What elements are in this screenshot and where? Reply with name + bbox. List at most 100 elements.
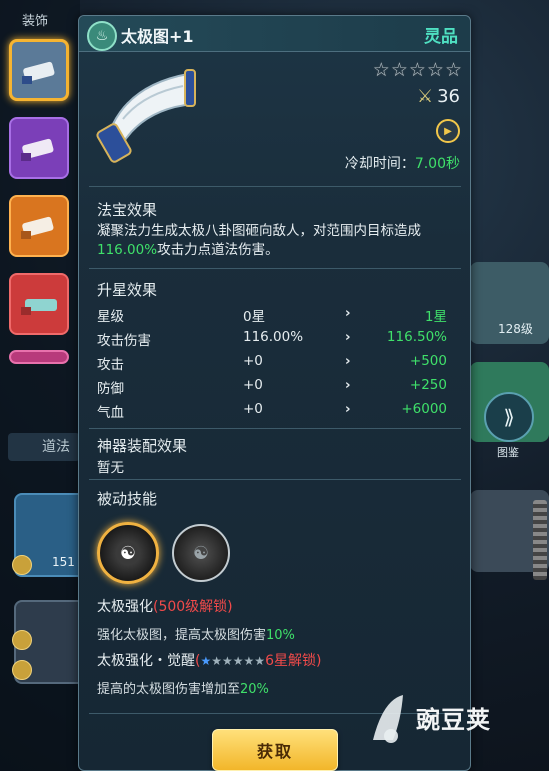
coin-icon <box>12 660 32 680</box>
chevron-right-icon: › <box>345 305 351 321</box>
upgrade-row: 气血 +0 › +6000 <box>97 401 447 423</box>
skill-2-name: 太极强化・觉醒(★★★★★★6星解锁) <box>97 650 321 670</box>
divider <box>89 186 461 187</box>
tab-dao-fa-label: 道法 <box>42 439 70 455</box>
tujian-icon: ⟫ <box>484 392 534 442</box>
chevron-right-icon: › <box>345 353 351 369</box>
stat-name: 防御 <box>97 381 124 397</box>
artifact-section-title: 神器装配效果 <box>97 437 188 455</box>
gear-edge-icon <box>533 500 547 580</box>
scroll-artifact-icon <box>96 69 196 163</box>
stat-next: +250 <box>409 377 447 393</box>
background-card-count: 151 <box>52 555 75 569</box>
passive-skill-1-icon[interactable]: ☯ <box>97 522 159 584</box>
cooldown-label: 冷却时间： <box>344 156 415 172</box>
equipment-slot-5[interactable] <box>9 350 69 364</box>
star-rating: ☆ ☆ ☆ ☆ ☆ <box>373 59 462 81</box>
panel-header: ♨ 太极图+1 灵品 <box>79 16 470 52</box>
effect-desc-value: 116.00% <box>97 242 158 258</box>
star-icon: ☆ <box>372 59 390 81</box>
coin-icon <box>12 555 32 575</box>
play-icon: ▶ <box>444 125 452 137</box>
star-icon-filled: ★ <box>200 654 212 668</box>
power-value: 36 <box>437 86 460 107</box>
item-quality: 灵品 <box>424 27 458 47</box>
skill-2-desc-value: 20% <box>240 682 269 697</box>
equipment-slot-selected[interactable] <box>9 39 69 101</box>
skill-2-desc-text: 提高的太极图伤害增加至 <box>97 682 241 697</box>
upgrade-row: 攻击伤害 116.00% › 116.50% <box>97 329 447 351</box>
stat-name: 攻击伤害 <box>97 333 151 349</box>
star-icon: ☆ <box>390 59 408 81</box>
effect-desc-text: 凝聚法力生成太极八卦图砸向敌人，对范围内目标造成 <box>97 223 421 239</box>
skill-2-description: 提高的太极图伤害增加至20% <box>97 678 269 697</box>
star-icon: ☆ <box>426 59 444 81</box>
item-detail-panel: ♨ 太极图+1 灵品 ☆ ☆ ☆ ☆ ☆ ⚔ 36 ▶ 冷却时间：7.00秒 法… <box>78 15 471 771</box>
stat-name: 气血 <box>97 405 124 421</box>
tujian-label: 图鉴 <box>497 446 519 459</box>
passive-section-title: 被动技能 <box>97 490 158 508</box>
play-preview-button[interactable]: ▶ <box>436 119 460 143</box>
skill-1-desc-value: 10% <box>266 628 295 643</box>
skill-1-name: 太极强化(500级解锁) <box>97 596 233 616</box>
skill-2-title: 太极强化・觉醒 <box>97 653 195 669</box>
stat-current: 0星 <box>243 309 266 325</box>
stat-next: +500 <box>409 353 447 369</box>
equipment-slot-3[interactable] <box>9 195 69 257</box>
stat-name: 攻击 <box>97 357 124 373</box>
crossed-swords-icon: ⚔ <box>416 86 434 107</box>
stat-current: +0 <box>243 401 263 417</box>
star-icon: ☆ <box>408 59 426 81</box>
tab-dao-fa[interactable]: 道法 <box>8 433 80 461</box>
item-type-icon: ♨ <box>87 21 117 51</box>
star-icon: ★ <box>211 654 222 668</box>
star-icon: ★ <box>232 654 244 668</box>
divider <box>89 268 461 269</box>
star-icon: ★ <box>222 654 233 668</box>
item-title: 太极图+1 <box>121 27 194 46</box>
divider <box>89 428 461 429</box>
skill-1-desc-text: 强化太极图，提高太极图伤害 <box>97 628 267 643</box>
equipment-slot-2[interactable] <box>9 117 69 179</box>
background-card-level: 128级 <box>498 322 533 336</box>
upgrade-section-title: 升星效果 <box>97 281 158 299</box>
skill-2-lock: 6星解锁) <box>265 653 322 669</box>
stat-next: +6000 <box>401 401 447 417</box>
scroll-icon <box>21 299 57 315</box>
chevron-right-icon: › <box>345 329 351 345</box>
skill-1-description: 强化太极图，提高太极图伤害10% <box>97 624 295 643</box>
upgrade-row: 攻击 +0 › +500 <box>97 353 447 375</box>
cooldown: 冷却时间：7.00秒 <box>345 153 460 173</box>
cooldown-value: 7.00秒 <box>414 156 460 172</box>
chevron-right-icon: › <box>345 377 351 393</box>
stat-name: 星级 <box>97 309 124 325</box>
passive-skill-2-icon[interactable]: ☯ <box>172 524 230 582</box>
stat-current: +0 <box>243 353 263 369</box>
scroll-icon <box>21 216 54 239</box>
stat-current: 116.00% <box>243 329 304 345</box>
skill-1-title: 太极强化 <box>97 599 153 615</box>
skill-1-lock: (500级解锁) <box>153 599 233 615</box>
coin-icon <box>12 630 32 650</box>
effect-section-title: 法宝效果 <box>97 201 158 219</box>
tujian-button[interactable]: ⟫ 图鉴 <box>484 392 534 466</box>
background-card-right: 128级 <box>470 262 549 344</box>
star-icon: ★ <box>254 654 266 668</box>
scroll-icon <box>22 61 55 84</box>
stat-next: 116.50% <box>386 329 447 345</box>
scroll-icon <box>21 138 54 161</box>
artifact-none-text: 暂无 <box>97 460 124 476</box>
stat-current: +0 <box>243 377 263 393</box>
chevron-right-icon: › <box>345 401 351 417</box>
star-icon: ☆ <box>444 59 462 81</box>
effect-description: 凝聚法力生成太极八卦图砸向敌人，对范围内目标造成 116.00%攻击力点道法伤害。 <box>97 222 457 260</box>
skill-2-star-requirement: ★★★★★★ <box>200 654 265 668</box>
get-button[interactable]: 获取 <box>212 729 338 771</box>
watermark-text: 豌豆荚 <box>416 706 491 734</box>
equipment-slot-4[interactable] <box>9 273 69 335</box>
upgrade-row: 星级 0星 › 1星 <box>97 305 447 327</box>
divider <box>89 479 461 480</box>
effect-desc-text-end: 攻击力点道法伤害。 <box>157 242 279 258</box>
star-icon: ★ <box>243 654 255 668</box>
stat-next: 1星 <box>424 309 447 325</box>
